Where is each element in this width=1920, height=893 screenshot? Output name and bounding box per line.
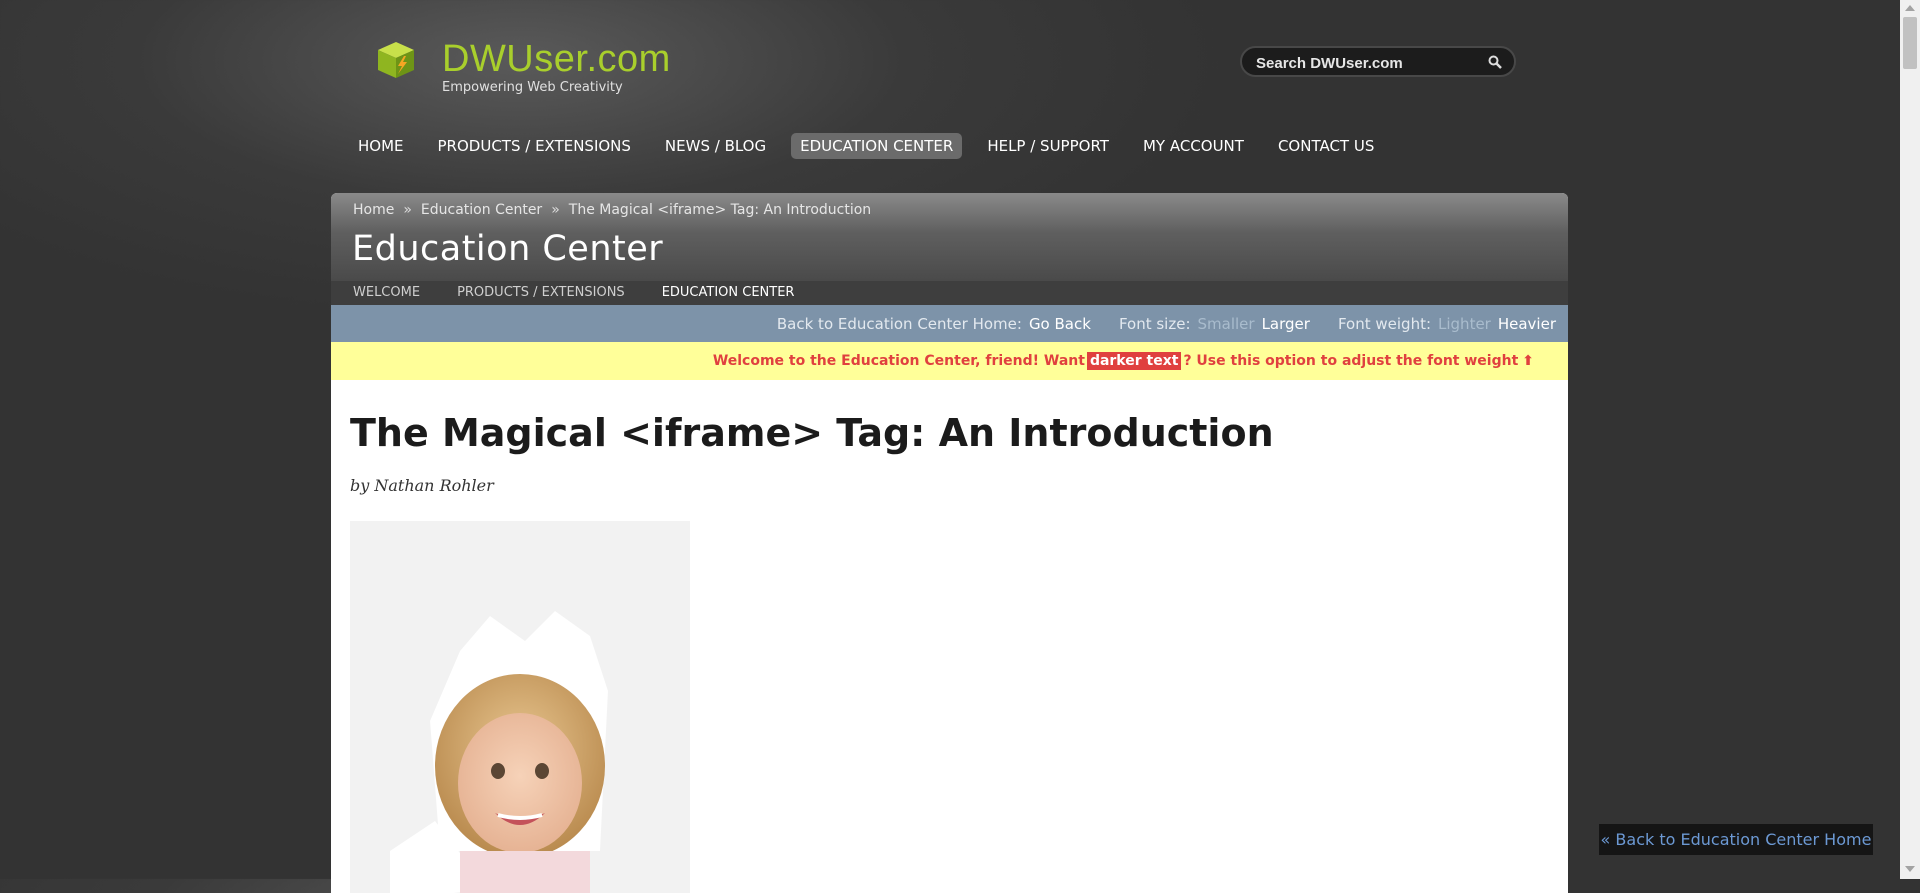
- scroll-up-icon[interactable]: [1905, 5, 1915, 11]
- font-weight-label: Font weight:: [1337, 314, 1432, 333]
- breadcrumb: Home » Education Center » The Magical <i…: [353, 202, 871, 218]
- article-hero-image: [350, 521, 690, 893]
- reading-toolbar: Back to Education Center Home: Go Back F…: [331, 305, 1568, 342]
- back-to-education-home-button[interactable]: « Back to Education Center Home: [1599, 824, 1873, 855]
- section-header: Home » Education Center » The Magical <i…: [331, 193, 1568, 281]
- search-icon[interactable]: [1488, 55, 1502, 69]
- nav-help-support[interactable]: HELP / SUPPORT: [978, 133, 1118, 159]
- arrow-up-icon: ⬆: [1522, 353, 1534, 369]
- search-box: [1240, 46, 1516, 77]
- font-larger-link[interactable]: Larger: [1262, 315, 1310, 333]
- nav-products-extensions[interactable]: PRODUCTS / EXTENSIONS: [429, 133, 640, 159]
- nav-education-center[interactable]: EDUCATION CENTER: [791, 133, 963, 159]
- content-card: Home » Education Center » The Magical <i…: [331, 193, 1568, 893]
- go-back-link[interactable]: Go Back: [1029, 315, 1091, 333]
- breadcrumb-home[interactable]: Home: [353, 202, 394, 218]
- font-smaller-link[interactable]: Smaller: [1198, 315, 1255, 333]
- child-paper-illustration: [350, 521, 690, 893]
- subnav-welcome[interactable]: WELCOME: [353, 281, 420, 305]
- subnav-education-center[interactable]: EDUCATION CENTER: [662, 281, 795, 305]
- notice-highlight: darker text: [1086, 352, 1182, 370]
- breadcrumb-current: The Magical <iframe> Tag: An Introductio…: [568, 202, 872, 218]
- font-lighter-link[interactable]: Lighter: [1438, 315, 1491, 333]
- site-logo[interactable]: DWUser.com Empowering Web Creativity: [376, 36, 676, 102]
- back-home-label: Back to Education Center Home:: [776, 314, 1022, 333]
- page-title: Education Center: [352, 229, 664, 269]
- breadcrumb-separator: »: [551, 202, 560, 218]
- logo-tagline: Empowering Web Creativity: [442, 80, 623, 95]
- scroll-down-icon[interactable]: [1905, 866, 1915, 872]
- main-navigation: HOME PRODUCTS / EXTENSIONS NEWS / BLOG E…: [349, 133, 1399, 159]
- article-title: The Magical <iframe> Tag: An Introductio…: [350, 411, 1274, 455]
- subnav-products-extensions[interactable]: PRODUCTS / EXTENSIONS: [457, 281, 625, 305]
- notice-text-before: Welcome to the Education Center, friend!…: [712, 353, 1085, 369]
- breadcrumb-separator: »: [403, 202, 412, 218]
- font-heavier-link[interactable]: Heavier: [1498, 315, 1556, 333]
- notice-text-after: ? Use this option to adjust the font wei…: [1183, 353, 1519, 369]
- font-size-label: Font size:: [1118, 314, 1191, 333]
- page-scrollbar[interactable]: [1900, 0, 1920, 879]
- nav-news-blog[interactable]: NEWS / BLOG: [656, 133, 775, 159]
- nav-contact-us[interactable]: CONTACT US: [1269, 133, 1383, 159]
- nav-home[interactable]: HOME: [349, 133, 413, 159]
- logo-text: DWUser.com: [442, 38, 671, 80]
- logo-cube-icon: [378, 42, 414, 78]
- search-input[interactable]: [1254, 52, 1478, 74]
- breadcrumb-education-center[interactable]: Education Center: [421, 202, 542, 218]
- nav-my-account[interactable]: MY ACCOUNT: [1134, 133, 1253, 159]
- article-byline: by Nathan Rohler: [350, 476, 494, 495]
- section-subnav: WELCOME PRODUCTS / EXTENSIONS EDUCATION …: [331, 281, 1568, 305]
- scroll-thumb[interactable]: [1903, 17, 1917, 69]
- welcome-notice: Welcome to the Education Center, friend!…: [331, 342, 1568, 380]
